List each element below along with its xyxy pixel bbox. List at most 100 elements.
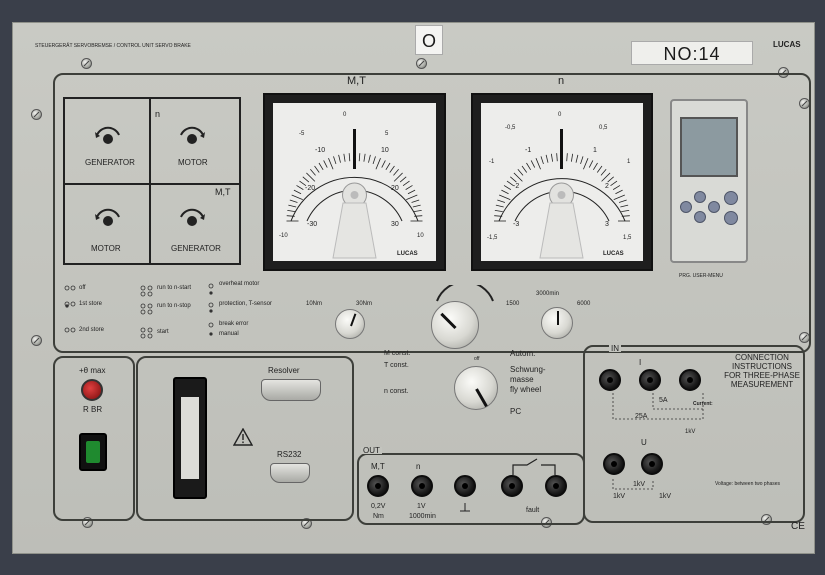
out-n-jack[interactable] xyxy=(411,475,433,497)
mt-label-m5: -5 xyxy=(299,131,305,137)
motor-connector[interactable] xyxy=(173,377,207,499)
meter-tick xyxy=(613,194,625,200)
meter-tick xyxy=(601,172,611,182)
meter-tick xyxy=(333,156,337,165)
meter-tick xyxy=(293,189,302,195)
n-inner-p1: 1 xyxy=(593,147,597,154)
torque-limit-knob[interactable] xyxy=(335,309,365,339)
out-mt-unit: Nm xyxy=(373,513,384,520)
n-label-m05: -0,5 xyxy=(505,125,516,131)
panel-screw xyxy=(416,58,427,69)
keypad-button[interactable] xyxy=(708,201,720,213)
speed-limit-knob[interactable] xyxy=(541,307,573,339)
mt-meter-scale xyxy=(286,129,423,259)
mode-n-const: n const. xyxy=(384,388,409,395)
in-current-jack-3[interactable] xyxy=(679,369,701,391)
meter-tick xyxy=(296,185,304,190)
fault-jack-2[interactable] xyxy=(545,475,567,497)
warning-icon xyxy=(233,428,253,446)
n-inner-m2: -2 xyxy=(513,183,520,190)
meter-tick xyxy=(575,154,579,163)
n-meter-title: n xyxy=(558,75,565,87)
mode-switch-area: M const. T const. n const. Autom. Schwun… xyxy=(376,348,558,448)
keypad-button[interactable] xyxy=(724,211,738,225)
meter-tick xyxy=(358,153,361,162)
meter-tick xyxy=(413,209,422,213)
in-current-jack-2[interactable] xyxy=(639,369,661,391)
meter-tick xyxy=(412,204,421,208)
brake-fuse-button[interactable] xyxy=(81,379,103,401)
meter-tick xyxy=(596,165,603,173)
keypad-button[interactable] xyxy=(694,211,706,223)
panel-title: STEUERGERÄT SERVOBREMSE / CONTROL UNIT S… xyxy=(35,43,191,49)
current-note: Current: xyxy=(693,401,713,407)
n-label-p1: 1 xyxy=(627,159,631,165)
mode-flywheel: fly wheel xyxy=(510,385,542,394)
n-meter-face: 0 -0,5 0,5 -1 1 -1,5 1,5 -1 -2 -3 1 2 3 … xyxy=(481,103,643,261)
meter-tick xyxy=(375,158,381,170)
mt-meter-brand: LUCAS xyxy=(397,251,418,257)
mode-select-knob[interactable] xyxy=(454,366,498,410)
quadrant-n-label: n xyxy=(155,109,161,119)
meter-tick xyxy=(495,204,504,208)
mode-m-const: M const. xyxy=(384,350,411,357)
mode-autom: Autom. xyxy=(510,349,536,358)
current-label: I xyxy=(639,358,642,367)
meter-tick xyxy=(406,194,418,200)
meter-tick xyxy=(517,169,524,176)
panel-screw xyxy=(31,335,42,346)
n-label-m1: -1 xyxy=(489,159,495,165)
meter-tick xyxy=(494,209,503,213)
setpoint-knob[interactable] xyxy=(431,301,479,349)
meter-tick xyxy=(566,153,568,162)
mt-inner-m10: -10 xyxy=(315,147,326,154)
keypad-button[interactable] xyxy=(694,191,706,203)
meter-tick xyxy=(612,185,621,190)
meter-tick xyxy=(615,189,623,195)
keypad-button[interactable] xyxy=(724,191,738,205)
connection-heading-line-2: INSTRUCTIONS xyxy=(732,362,792,371)
connection-heading-line-3: FOR THREE-PHASE xyxy=(724,371,800,380)
mode-schwung: Schwung- xyxy=(510,365,546,374)
out-n-unit: 1000min xyxy=(409,513,436,520)
quadrant-q2-label: MOTOR xyxy=(178,158,208,167)
ce-mark: CE xyxy=(791,521,805,532)
meter-tick xyxy=(318,162,324,171)
meter-tick xyxy=(497,199,506,203)
sticker-label: O xyxy=(415,25,443,55)
controller-lcd xyxy=(680,117,738,177)
meter-tick xyxy=(550,153,554,162)
mt-inner-m30: -30 xyxy=(307,221,318,228)
meter-tick xyxy=(302,176,310,183)
meter-tick xyxy=(588,160,594,168)
in-current-jack-1[interactable] xyxy=(599,369,621,391)
quadrant-diagram: n M,T GENERATOR MOTOR MOTOR GENERATOR xyxy=(63,97,241,265)
meter-tick xyxy=(521,165,528,173)
rs232-label: RS232 xyxy=(277,450,302,459)
meter-tick xyxy=(570,153,574,162)
resolver-label: Resolver xyxy=(268,366,300,375)
device-number: NO:14 xyxy=(631,41,753,65)
rs232-port[interactable] xyxy=(270,463,310,483)
meter-tick xyxy=(363,153,366,162)
meter-tick xyxy=(501,189,509,195)
meter-tick xyxy=(343,153,346,162)
resolver-port[interactable] xyxy=(261,379,321,401)
mode-masse: masse xyxy=(510,375,534,384)
quadrant-q1-label: GENERATOR xyxy=(85,158,135,167)
keypad-button[interactable] xyxy=(680,201,692,213)
meter-tick xyxy=(368,154,371,163)
out-ground-jack[interactable] xyxy=(454,475,476,497)
meter-tick xyxy=(499,194,511,200)
power-switch[interactable] xyxy=(79,433,107,471)
n-label-0: 0 xyxy=(558,112,562,118)
fault-jack-1[interactable] xyxy=(501,475,523,497)
meter-tick xyxy=(291,194,303,200)
n-inner-p2: 2 xyxy=(605,183,609,190)
out-mt-scale: 0,2V xyxy=(371,503,386,510)
status-led-block: off 1st store 2nd store run to n-start r… xyxy=(61,281,291,351)
meter-tick xyxy=(310,169,316,176)
motor-connector-insert xyxy=(181,397,199,479)
out-mt-jack[interactable] xyxy=(367,475,389,497)
mt-inner-m20: -20 xyxy=(305,185,316,192)
